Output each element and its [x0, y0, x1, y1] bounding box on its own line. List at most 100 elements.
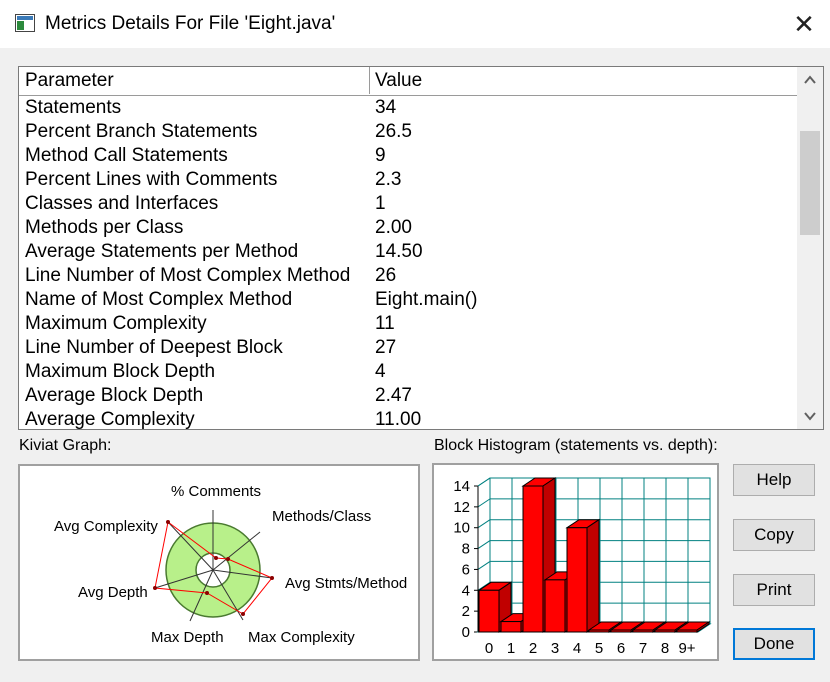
vertical-scrollbar[interactable] [797, 67, 823, 429]
value-cell: 27 [375, 337, 397, 358]
table-row[interactable]: Method Call Statements 9 [19, 144, 797, 168]
grid-line [477, 498, 491, 508]
parameter-cell: Line Number of Deepest Block [25, 337, 283, 358]
histogram-caption: Block Histogram (statements vs. depth): [434, 437, 718, 454]
table-row[interactable]: Maximum Complexity 11 [19, 312, 797, 336]
y-tick-label: 10 [453, 520, 470, 537]
kiviat-label-max-complexity: Max Complexity [248, 629, 355, 646]
chevron-down-icon [804, 412, 816, 421]
block-histogram-chart: 024681012140 1 2 3 4 5 6 7 8 9+ [453, 477, 712, 657]
scroll-down-button[interactable] [797, 403, 823, 429]
parameter-cell: Average Block Depth [25, 385, 204, 406]
grid-line [477, 540, 491, 549]
table-row[interactable]: Line Number of Most Complex Method 26 [19, 264, 797, 288]
kiviat-label-max-depth: Max Depth [151, 629, 224, 646]
table-row[interactable]: Average Statements per Method 14.50 [19, 240, 797, 264]
scroll-up-button[interactable] [797, 67, 823, 93]
table-header: Parameter Value [19, 67, 797, 96]
value-cell: 4 [375, 361, 386, 382]
y-tick-label: 12 [453, 499, 470, 516]
y-tick-label: 14 [453, 478, 470, 495]
value-cell: 2.3 [375, 169, 402, 190]
copy-button[interactable]: Copy [733, 519, 815, 551]
parameter-cell: Percent Branch Statements [25, 121, 258, 142]
y-tick-label: 2 [462, 603, 470, 620]
table-row[interactable]: Methods per Class 2.00 [19, 216, 797, 240]
value-cell: 2.00 [375, 217, 412, 238]
table-row[interactable]: Maximum Block Depth 4 [19, 360, 797, 384]
histogram-bar [544, 579, 566, 633]
x-tick-label: 6 [617, 640, 625, 657]
x-tick-label: 2 [529, 640, 537, 657]
x-tick-label: 5 [595, 640, 603, 657]
block-histogram-panel: 0 2 4 6 8 10 12 14 0 1 2 3 4 5 6 7 8 9+ [432, 463, 719, 661]
kiviat-label-methods-class: Methods/Class [272, 508, 371, 525]
table-row[interactable]: Average Block Depth 2.47 [19, 384, 797, 408]
kiviat-label-avg-complexity: Avg Complexity [54, 518, 158, 535]
table-row[interactable]: Average Complexity 11.00 [19, 408, 797, 430]
x-tick-label: 1 [507, 640, 515, 657]
value-cell: 11.00 [375, 409, 422, 430]
value-cell: 11 [375, 313, 395, 334]
table-row[interactable]: Name of Most Complex Method Eight.main() [19, 288, 797, 312]
window-title: Metrics Details For File 'Eight.java' [45, 13, 336, 34]
table-row[interactable]: Percent Lines with Comments 2.3 [19, 168, 797, 192]
y-tick-label: 8 [462, 541, 470, 558]
kiviat-label-avg-depth: Avg Depth [78, 584, 148, 601]
kiviat-label-comments: % Comments [171, 483, 261, 500]
x-tick-label: 9+ [678, 640, 695, 657]
metrics-table[interactable]: Parameter Value Statements 34 Percent Bran… [18, 66, 824, 430]
parameter-cell: Methods per Class [25, 217, 184, 238]
table-row[interactable]: Line Number of Deepest Block 27 [19, 336, 797, 360]
help-button[interactable]: Help [733, 464, 815, 496]
table-row[interactable]: Classes and Interfaces 1 [19, 192, 797, 216]
value-cell: 34 [375, 97, 397, 118]
column-header-parameter[interactable]: Parameter [19, 67, 369, 94]
table-row[interactable]: Statements 34 [19, 96, 797, 120]
parameter-cell: Statements [25, 97, 122, 118]
value-cell: Eight.main() [375, 289, 478, 310]
column-header-value[interactable]: Value [369, 67, 795, 94]
histogram-bar-side [586, 518, 600, 633]
kiviat-caption: Kiviat Graph: [19, 437, 112, 454]
parameter-cell: Average Complexity [25, 409, 195, 430]
table-rows: Statements 34 Percent Branch Statements 26.… [19, 96, 797, 430]
chevron-up-icon [804, 75, 816, 84]
done-button[interactable]: Done [733, 628, 815, 660]
parameter-cell: Average Statements per Method [25, 241, 299, 262]
grid-line [477, 519, 491, 529]
value-cell: 26 [375, 265, 397, 286]
kiviat-graph-panel: % Comments Methods/Class Avg Stmts/Metho… [18, 464, 420, 661]
app-window-icon [15, 14, 35, 32]
kiviat-graph: % Comments Methods/Class Avg Stmts/Metho… [54, 483, 407, 646]
grid-line [477, 561, 491, 570]
parameter-cell: Classes and Interfaces [25, 193, 219, 214]
histogram-bar [566, 527, 588, 633]
print-button[interactable]: Print [733, 574, 815, 606]
parameter-cell: Maximum Complexity [25, 313, 207, 334]
kiviat-label-avg-stmts: Avg Stmts/Method [285, 575, 407, 592]
x-tick-label: 7 [639, 640, 647, 657]
value-cell: 1 [375, 193, 386, 214]
table-row[interactable]: Percent Branch Statements 26.5 [19, 120, 797, 144]
x-tick-label: 4 [573, 640, 581, 657]
parameter-cell: Maximum Block Depth [25, 361, 216, 382]
parameter-cell: Method Call Statements [25, 145, 228, 166]
x-tick-label: 3 [551, 640, 559, 657]
value-cell: 2.47 [375, 385, 412, 406]
parameter-cell: Line Number of Most Complex Method [25, 265, 351, 286]
x-tick-label: 0 [485, 640, 493, 657]
value-cell: 26.5 [375, 121, 412, 142]
title-bar: Metrics Details For File 'Eight.java' ✕ [0, 0, 830, 48]
close-button[interactable]: ✕ [786, 7, 822, 41]
value-cell: 14.50 [375, 241, 423, 262]
y-tick-label: 4 [462, 582, 470, 599]
parameter-cell: Percent Lines with Comments [25, 169, 278, 190]
grid-line [477, 477, 491, 487]
scroll-thumb[interactable] [800, 131, 820, 235]
y-tick-label: 0 [462, 624, 470, 641]
histogram-bar [478, 589, 500, 633]
x-tick-label: 8 [661, 640, 669, 657]
y-tick-label: 6 [462, 561, 470, 578]
parameter-cell: Name of Most Complex Method [25, 289, 293, 310]
